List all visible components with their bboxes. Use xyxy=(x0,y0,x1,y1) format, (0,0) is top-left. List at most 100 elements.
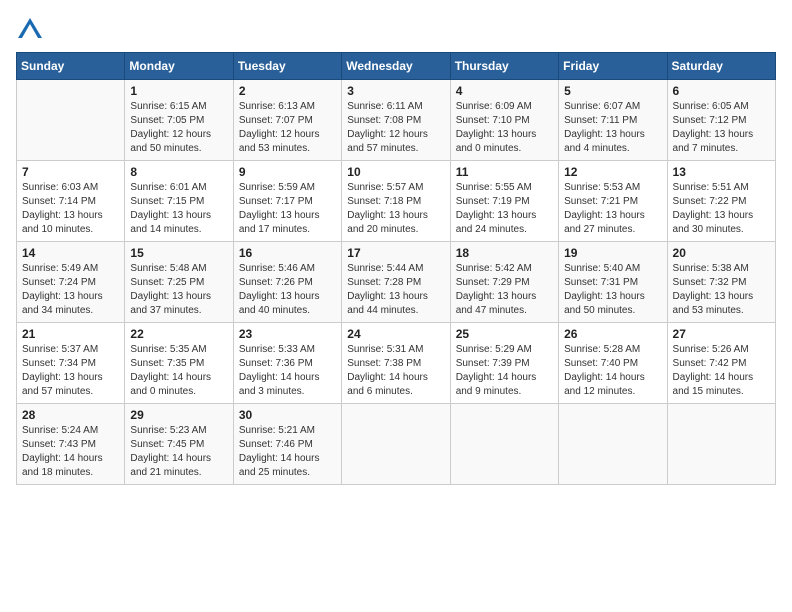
day-info: Sunrise: 6:15 AMSunset: 7:05 PMDaylight:… xyxy=(130,100,227,156)
calendar-cell: 1 Sunrise: 6:15 AMSunset: 7:05 PMDaylight… xyxy=(125,80,233,161)
day-number: 29 xyxy=(130,408,227,422)
calendar-header-row: SundayMondayTuesdayWednesdayThursdayFrid… xyxy=(17,53,776,80)
day-of-week-thursday: Thursday xyxy=(450,53,558,80)
day-number: 18 xyxy=(456,246,553,260)
day-info: Sunrise: 5:31 AMSunset: 7:38 PMDaylight:… xyxy=(347,343,444,399)
day-info: Sunrise: 5:40 AMSunset: 7:31 PMDaylight:… xyxy=(564,262,661,318)
calendar-cell: 7 Sunrise: 6:03 AMSunset: 7:14 PMDaylight… xyxy=(17,161,125,242)
calendar-cell: 28 Sunrise: 5:24 AMSunset: 7:43 PMDayligh… xyxy=(17,404,125,485)
calendar-cell: 3 Sunrise: 6:11 AMSunset: 7:08 PMDaylight… xyxy=(342,80,450,161)
day-info: Sunrise: 5:21 AMSunset: 7:46 PMDaylight:… xyxy=(239,424,336,480)
calendar-cell: 20 Sunrise: 5:38 AMSunset: 7:32 PMDayligh… xyxy=(667,242,775,323)
calendar-cell: 15 Sunrise: 5:48 AMSunset: 7:25 PMDayligh… xyxy=(125,242,233,323)
calendar-week-5: 28 Sunrise: 5:24 AMSunset: 7:43 PMDayligh… xyxy=(17,404,776,485)
day-number: 23 xyxy=(239,327,336,341)
day-of-week-tuesday: Tuesday xyxy=(233,53,341,80)
day-info: Sunrise: 6:09 AMSunset: 7:10 PMDaylight:… xyxy=(456,100,553,156)
calendar-cell: 14Sunrise: 5:49 AMSunset: 7:24 PMDayligh… xyxy=(17,242,125,323)
calendar-cell: 21 Sunrise: 5:37 AMSunset: 7:34 PMDayligh… xyxy=(17,323,125,404)
day-info: Sunrise: 5:51 AMSunset: 7:22 PMDaylight:… xyxy=(673,181,770,237)
calendar-cell: 11 Sunrise: 5:55 AMSunset: 7:19 PMDayligh… xyxy=(450,161,558,242)
day-info: Sunrise: 6:03 AMSunset: 7:14 PMDaylight:… xyxy=(22,181,119,237)
calendar-cell: 27 Sunrise: 5:26 AMSunset: 7:42 PMDayligh… xyxy=(667,323,775,404)
calendar-cell: 19 Sunrise: 5:40 AMSunset: 7:31 PMDayligh… xyxy=(559,242,667,323)
day-number: 3 xyxy=(347,84,444,98)
calendar-cell xyxy=(450,404,558,485)
day-number: 30 xyxy=(239,408,336,422)
day-info: Sunrise: 5:33 AMSunset: 7:36 PMDaylight:… xyxy=(239,343,336,399)
day-info: Sunrise: 6:05 AMSunset: 7:12 PMDaylight:… xyxy=(673,100,770,156)
day-number: 4 xyxy=(456,84,553,98)
day-info: Sunrise: 5:57 AMSunset: 7:18 PMDaylight:… xyxy=(347,181,444,237)
day-number: 28 xyxy=(22,408,119,422)
day-info: Sunrise: 5:23 AMSunset: 7:45 PMDaylight:… xyxy=(130,424,227,480)
day-of-week-saturday: Saturday xyxy=(667,53,775,80)
calendar-cell: 29 Sunrise: 5:23 AMSunset: 7:45 PMDayligh… xyxy=(125,404,233,485)
day-number: 6 xyxy=(673,84,770,98)
page-header xyxy=(16,16,776,44)
calendar-week-3: 14Sunrise: 5:49 AMSunset: 7:24 PMDayligh… xyxy=(17,242,776,323)
day-info: Sunrise: 6:07 AMSunset: 7:11 PMDaylight:… xyxy=(564,100,661,156)
day-number: 20 xyxy=(673,246,770,260)
day-number: 21 xyxy=(22,327,119,341)
calendar-cell: 12 Sunrise: 5:53 AMSunset: 7:21 PMDayligh… xyxy=(559,161,667,242)
day-number: 27 xyxy=(673,327,770,341)
day-number: 8 xyxy=(130,165,227,179)
day-number: 11 xyxy=(456,165,553,179)
calendar-cell xyxy=(667,404,775,485)
calendar-cell xyxy=(559,404,667,485)
day-of-week-sunday: Sunday xyxy=(17,53,125,80)
day-number: 14 xyxy=(22,246,119,260)
calendar-cell: 8 Sunrise: 6:01 AMSunset: 7:15 PMDaylight… xyxy=(125,161,233,242)
calendar-cell xyxy=(17,80,125,161)
logo-icon xyxy=(16,16,44,44)
day-number: 22 xyxy=(130,327,227,341)
day-info: Sunrise: 6:11 AMSunset: 7:08 PMDaylight:… xyxy=(347,100,444,156)
day-info: Sunrise: 5:24 AMSunset: 7:43 PMDaylight:… xyxy=(22,424,119,480)
day-number: 25 xyxy=(456,327,553,341)
day-of-week-monday: Monday xyxy=(125,53,233,80)
day-info: Sunrise: 5:28 AMSunset: 7:40 PMDaylight:… xyxy=(564,343,661,399)
calendar-table: SundayMondayTuesdayWednesdayThursdayFrid… xyxy=(16,52,776,485)
day-info: Sunrise: 5:46 AMSunset: 7:26 PMDaylight:… xyxy=(239,262,336,318)
calendar-cell xyxy=(342,404,450,485)
day-info: Sunrise: 5:44 AMSunset: 7:28 PMDaylight:… xyxy=(347,262,444,318)
day-info: Sunrise: 5:29 AMSunset: 7:39 PMDaylight:… xyxy=(456,343,553,399)
calendar-cell: 23 Sunrise: 5:33 AMSunset: 7:36 PMDayligh… xyxy=(233,323,341,404)
calendar-cell: 17Sunrise: 5:44 AMSunset: 7:28 PMDayligh… xyxy=(342,242,450,323)
day-info: Sunrise: 5:26 AMSunset: 7:42 PMDaylight:… xyxy=(673,343,770,399)
logo xyxy=(16,16,48,44)
calendar-cell: 16Sunrise: 5:46 AMSunset: 7:26 PMDayligh… xyxy=(233,242,341,323)
calendar-cell: 22 Sunrise: 5:35 AMSunset: 7:35 PMDayligh… xyxy=(125,323,233,404)
day-info: Sunrise: 5:42 AMSunset: 7:29 PMDaylight:… xyxy=(456,262,553,318)
calendar-cell: 10 Sunrise: 5:57 AMSunset: 7:18 PMDayligh… xyxy=(342,161,450,242)
calendar-cell: 24 Sunrise: 5:31 AMSunset: 7:38 PMDayligh… xyxy=(342,323,450,404)
day-number: 24 xyxy=(347,327,444,341)
day-number: 7 xyxy=(22,165,119,179)
day-info: Sunrise: 6:01 AMSunset: 7:15 PMDaylight:… xyxy=(130,181,227,237)
calendar-cell: 5 Sunrise: 6:07 AMSunset: 7:11 PMDaylight… xyxy=(559,80,667,161)
day-number: 12 xyxy=(564,165,661,179)
day-info: Sunrise: 5:37 AMSunset: 7:34 PMDaylight:… xyxy=(22,343,119,399)
calendar-cell: 30 Sunrise: 5:21 AMSunset: 7:46 PMDayligh… xyxy=(233,404,341,485)
calendar-week-4: 21 Sunrise: 5:37 AMSunset: 7:34 PMDayligh… xyxy=(17,323,776,404)
day-number: 19 xyxy=(564,246,661,260)
day-info: Sunrise: 5:38 AMSunset: 7:32 PMDaylight:… xyxy=(673,262,770,318)
day-number: 9 xyxy=(239,165,336,179)
calendar-cell: 9Sunrise: 5:59 AMSunset: 7:17 PMDaylight… xyxy=(233,161,341,242)
day-number: 5 xyxy=(564,84,661,98)
day-info: Sunrise: 5:53 AMSunset: 7:21 PMDaylight:… xyxy=(564,181,661,237)
calendar-cell: 6 Sunrise: 6:05 AMSunset: 7:12 PMDaylight… xyxy=(667,80,775,161)
day-number: 10 xyxy=(347,165,444,179)
calendar-cell: 2Sunrise: 6:13 AMSunset: 7:07 PMDaylight… xyxy=(233,80,341,161)
day-info: Sunrise: 5:55 AMSunset: 7:19 PMDaylight:… xyxy=(456,181,553,237)
calendar-cell: 25 Sunrise: 5:29 AMSunset: 7:39 PMDayligh… xyxy=(450,323,558,404)
calendar-cell: 13Sunrise: 5:51 AMSunset: 7:22 PMDayligh… xyxy=(667,161,775,242)
day-number: 15 xyxy=(130,246,227,260)
day-number: 2 xyxy=(239,84,336,98)
day-of-week-friday: Friday xyxy=(559,53,667,80)
day-number: 1 xyxy=(130,84,227,98)
day-number: 26 xyxy=(564,327,661,341)
day-info: Sunrise: 5:48 AMSunset: 7:25 PMDaylight:… xyxy=(130,262,227,318)
day-info: Sunrise: 5:35 AMSunset: 7:35 PMDaylight:… xyxy=(130,343,227,399)
